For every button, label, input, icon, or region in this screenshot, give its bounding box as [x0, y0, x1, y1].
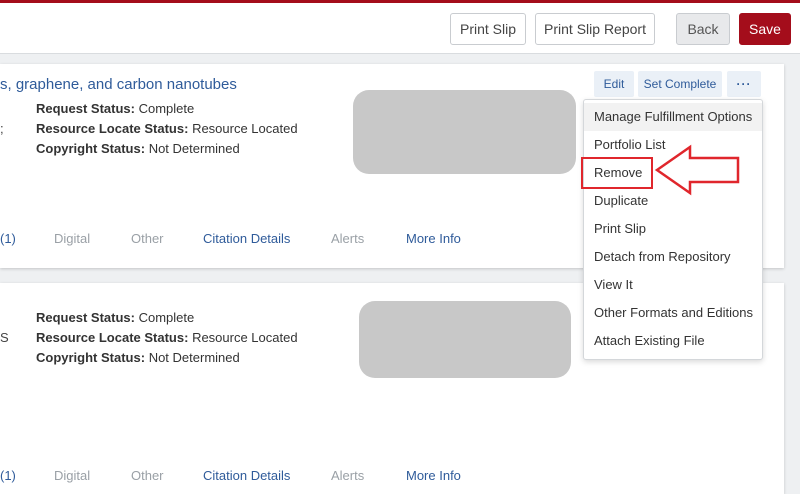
print-slip-button[interactable]: Print Slip: [450, 13, 526, 45]
copyright-status: Copyright Status: Not Determined: [36, 141, 240, 156]
more-actions-menu: Manage Fulfillment Options Portfolio Lis…: [583, 99, 763, 360]
request-status-value: Complete: [138, 310, 195, 325]
menu-item-detach-from-repository[interactable]: Detach from Repository: [584, 243, 762, 271]
tab-count[interactable]: (1): [0, 231, 16, 246]
edit-button[interactable]: Edit: [594, 71, 634, 97]
request-status-value: Complete: [138, 101, 195, 116]
menu-item-attach-existing-file[interactable]: Attach Existing File: [584, 327, 762, 355]
resource-locate-value: Resource Located: [192, 121, 298, 136]
print-slip-report-button[interactable]: Print Slip Report: [535, 13, 655, 45]
pointer-arrow-icon: [654, 144, 740, 196]
resource-locate-status: Resource Locate Status: Resource Located: [36, 330, 298, 345]
save-button[interactable]: Save: [739, 13, 791, 45]
copyright-value: Not Determined: [148, 141, 240, 156]
copyright-value: Not Determined: [148, 350, 240, 365]
resource-locate-status: Resource Locate Status: Resource Located: [36, 121, 298, 136]
copyright-label: Copyright Status:: [36, 350, 146, 365]
resource-locate-label: Resource Locate Status:: [36, 121, 189, 136]
request-status: Request Status: Complete: [36, 101, 194, 116]
back-button[interactable]: Back: [676, 13, 730, 45]
tab-citation-details[interactable]: Citation Details: [203, 468, 290, 483]
tab-more-info[interactable]: More Info: [406, 468, 461, 483]
copyright-status: Copyright Status: Not Determined: [36, 350, 240, 365]
truncated-prefix: S: [0, 330, 9, 345]
set-complete-button[interactable]: Set Complete: [638, 71, 722, 97]
thumbnail-placeholder: [359, 301, 571, 378]
tab-count[interactable]: (1): [0, 468, 16, 483]
remove-highlight-box: [581, 157, 653, 189]
request-status-label: Request Status:: [36, 101, 135, 116]
menu-item-manage-fulfillment-options[interactable]: Manage Fulfillment Options: [584, 103, 762, 131]
request-status: Request Status: Complete: [36, 310, 194, 325]
request-title[interactable]: s, graphene, and carbon nanotubes: [0, 76, 237, 93]
menu-item-view-it[interactable]: View It: [584, 271, 762, 299]
resource-locate-label: Resource Locate Status:: [36, 330, 189, 345]
tab-digital: Digital: [54, 468, 91, 483]
request-status-label: Request Status:: [36, 310, 135, 325]
tab-alerts: Alerts: [331, 231, 365, 246]
more-actions-button[interactable]: ···: [727, 71, 761, 97]
tab-citation-details[interactable]: Citation Details: [203, 231, 290, 246]
tab-other: Other: [131, 468, 164, 483]
copyright-label: Copyright Status:: [36, 141, 146, 156]
page-toolbar: Print Slip Print Slip Report Back Save: [0, 3, 800, 54]
menu-item-print-slip[interactable]: Print Slip: [584, 215, 762, 243]
tab-other: Other: [131, 231, 164, 246]
resource-locate-value: Resource Located: [192, 330, 298, 345]
menu-item-other-formats-and-editions[interactable]: Other Formats and Editions: [584, 299, 762, 327]
truncated-prefix: ;: [0, 121, 4, 136]
tab-digital: Digital: [54, 231, 91, 246]
tab-alerts: Alerts: [331, 468, 365, 483]
tab-more-info[interactable]: More Info: [406, 231, 461, 246]
thumbnail-placeholder: [353, 90, 576, 174]
